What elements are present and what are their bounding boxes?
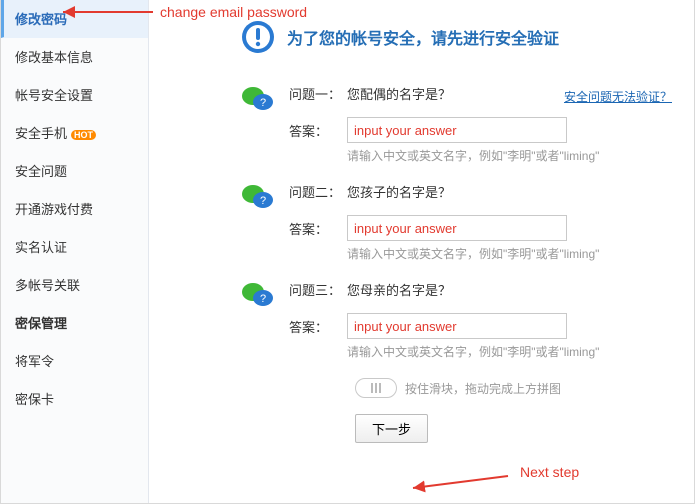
- svg-text:?: ?: [260, 195, 266, 207]
- answer-hint: 请输入中文或英文名字，例如"李明"或者"liming": [347, 245, 672, 262]
- chat-bubble-icon: ?: [241, 282, 275, 310]
- sidebar-item-security-settings[interactable]: 帐号安全设置: [1, 76, 148, 114]
- answer-hint: 请输入中文或英文名字，例如"李明"或者"liming": [347, 343, 672, 360]
- chat-bubble-icon: ?: [241, 184, 275, 212]
- help-link[interactable]: 安全问题无法验证？: [564, 88, 672, 105]
- sidebar-item-label: 密保管理: [15, 316, 67, 331]
- question-text: 您母亲的名字是？: [347, 280, 451, 299]
- answer-label: 答案：: [289, 219, 347, 238]
- sidebar-item-label: 密保卡: [15, 392, 54, 407]
- alert-icon: [241, 20, 275, 54]
- question-label: 问题三：: [289, 280, 347, 299]
- sidebar-item-general-token[interactable]: 将军令: [1, 342, 148, 380]
- main-panel: 为了您的帐号安全，请先进行安全验证 ? 问题一： 您配偶的名字是？ 答案： 请输…: [149, 0, 694, 503]
- question-label: 问题一：: [289, 84, 347, 103]
- sidebar-item-multi-account[interactable]: 多帐号关联: [1, 266, 148, 304]
- sidebar-item-label: 安全手机: [15, 126, 67, 141]
- chat-bubble-icon: ?: [241, 86, 275, 114]
- sidebar-item-label: 将军令: [15, 354, 54, 369]
- question-label: 问题二：: [289, 182, 347, 201]
- sidebar-item-label: 修改密码: [15, 12, 67, 27]
- captcha-slider-row: 按住滑块，拖动完成上方拼图: [355, 378, 672, 398]
- answer-input-3[interactable]: [347, 313, 567, 339]
- question-text: 您孩子的名字是？: [347, 182, 451, 201]
- sidebar-item-change-password[interactable]: 修改密码: [1, 0, 148, 38]
- sidebar-item-label: 开通游戏付费: [15, 202, 93, 217]
- sidebar-item-label: 多帐号关联: [15, 278, 80, 293]
- question-block-1: ? 问题一： 您配偶的名字是？ 答案： 请输入中文或英文名字，例如"李明"或者"…: [241, 84, 672, 164]
- next-step-button[interactable]: 下一步: [355, 414, 428, 443]
- sidebar-item-security-card[interactable]: 密保卡: [1, 380, 148, 418]
- sidebar-item-label: 帐号安全设置: [15, 88, 93, 103]
- question-text: 您配偶的名字是？: [347, 84, 451, 103]
- answer-label: 答案：: [289, 317, 347, 336]
- answer-label: 答案：: [289, 121, 347, 140]
- captcha-slider-text: 按住滑块，拖动完成上方拼图: [405, 380, 561, 397]
- sidebar: 修改密码 修改基本信息 帐号安全设置 安全手机 HOT 安全问题 开通游戏付费 实…: [1, 0, 149, 503]
- sidebar-item-game-payment[interactable]: 开通游戏付费: [1, 190, 148, 228]
- sidebar-item-security-mgmt[interactable]: 密保管理: [1, 304, 148, 342]
- header-title: 为了您的帐号安全，请先进行安全验证: [287, 25, 559, 49]
- svg-text:?: ?: [260, 293, 266, 305]
- question-block-2: ? 问题二： 您孩子的名字是？ 答案： 请输入中文或英文名字，例如"李明"或者"…: [241, 182, 672, 262]
- sidebar-item-label: 实名认证: [15, 240, 67, 255]
- sidebar-item-basic-info[interactable]: 修改基本信息: [1, 38, 148, 76]
- svg-text:?: ?: [260, 97, 266, 109]
- hot-badge: HOT: [71, 130, 96, 140]
- question-block-3: ? 问题三： 您母亲的名字是？ 答案： 请输入中文或英文名字，例如"李明"或者"…: [241, 280, 672, 360]
- captcha-slider-handle[interactable]: [355, 378, 397, 398]
- sidebar-item-safe-phone[interactable]: 安全手机 HOT: [1, 114, 148, 152]
- sidebar-item-label: 安全问题: [15, 164, 67, 179]
- answer-input-2[interactable]: [347, 215, 567, 241]
- sidebar-item-security-question[interactable]: 安全问题: [1, 152, 148, 190]
- sidebar-item-label: 修改基本信息: [15, 50, 93, 65]
- answer-hint: 请输入中文或英文名字，例如"李明"或者"liming": [347, 147, 672, 164]
- sidebar-item-realname[interactable]: 实名认证: [1, 228, 148, 266]
- answer-input-1[interactable]: [347, 117, 567, 143]
